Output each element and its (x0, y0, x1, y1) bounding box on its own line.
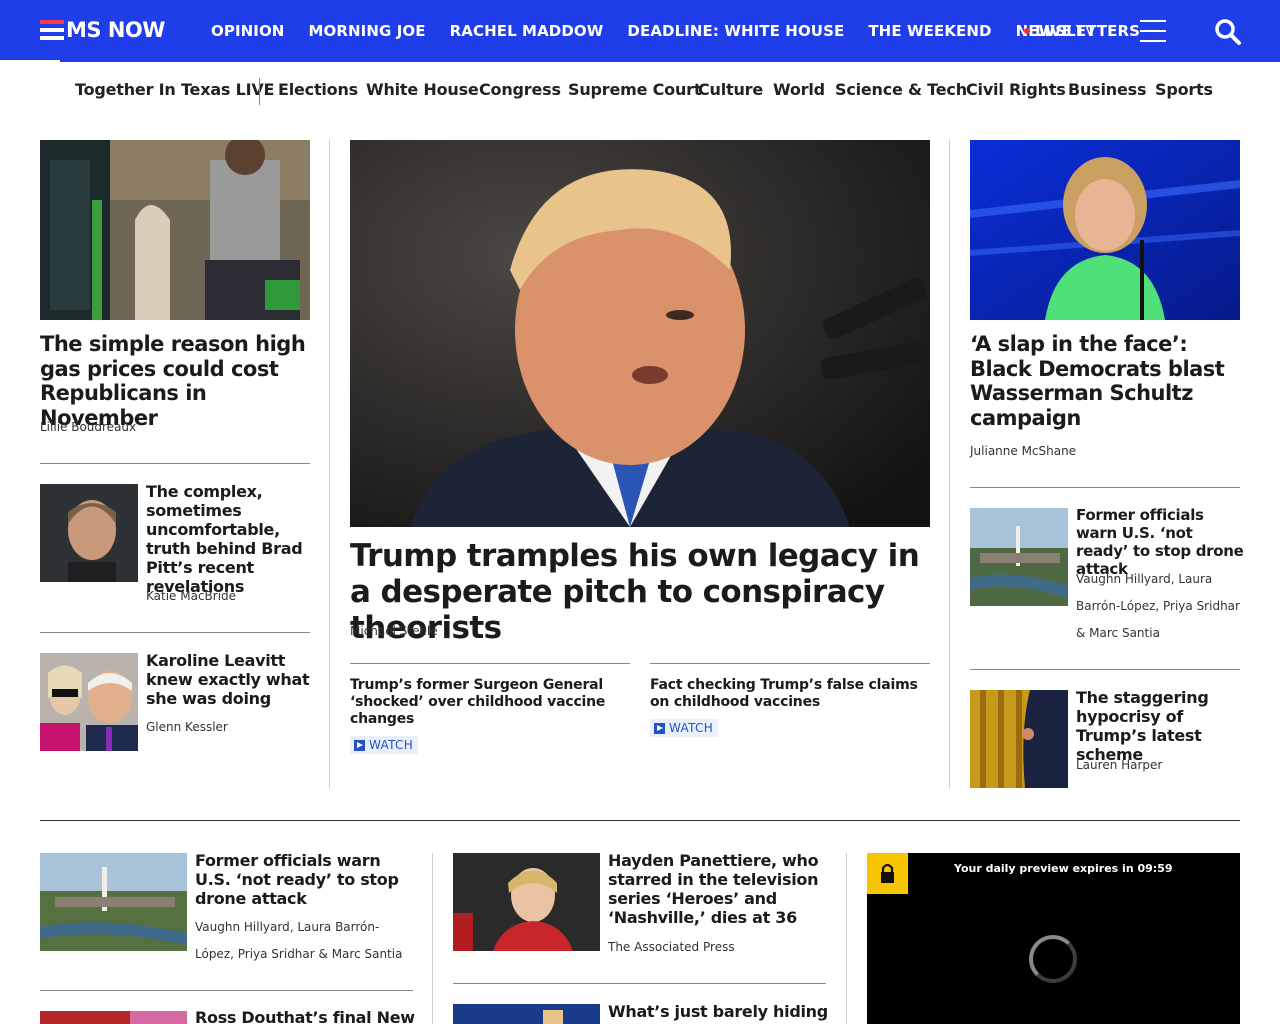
headline-brad-pitt[interactable]: The complex, sometimes uncomfortable, tr… (146, 482, 312, 596)
site-logo[interactable]: MS NOW (40, 18, 165, 42)
section-together-in-texas-live[interactable]: Together In Texas LIVE (75, 80, 274, 99)
watch-badge[interactable]: WATCH (350, 736, 419, 754)
section-culture[interactable]: Culture (698, 80, 763, 99)
byline-panettiere[interactable]: The Associated Press (608, 940, 735, 954)
byline-drone-attack-2[interactable]: Vaughn Hillyard, Laura Barrón-López, Pri… (195, 914, 415, 968)
byline-wasserman-schultz[interactable]: Julianne McShane (970, 444, 1076, 458)
column-divider (846, 853, 847, 1024)
washington-aerial-photo[interactable] (970, 508, 1068, 606)
section-nav: Together In Texas LIVE Elections White H… (0, 62, 1280, 118)
column-divider (949, 140, 950, 788)
live-tv-link[interactable]: LIVE TV (1024, 22, 1095, 40)
divider (970, 669, 1240, 670)
headline-gas-prices[interactable]: The simple reason high gas prices could … (40, 332, 314, 430)
column-divider (329, 140, 330, 788)
section-world[interactable]: World (773, 80, 825, 99)
divider (40, 990, 413, 991)
headline-trump-legacy[interactable]: Trump tramples his own legacy in a despe… (350, 538, 940, 646)
watch-label: WATCH (669, 721, 714, 735)
section-nav-divider (259, 78, 260, 105)
divider (40, 632, 310, 633)
byline-drone-attack[interactable]: Vaughn Hillyard, Laura Barrón-López, Pri… (1076, 566, 1246, 647)
play-icon (654, 722, 665, 734)
byline-trump-legacy[interactable]: Michael Steele (350, 624, 438, 638)
byline-hypocrisy[interactable]: Lauren Harper (1076, 758, 1162, 772)
headline-panettiere[interactable]: Hayden Panettiere, who starred in the te… (608, 851, 828, 927)
nav-item-deadline-white-house[interactable]: DEADLINE: WHITE HOUSE (627, 22, 844, 40)
video-player[interactable]: Your daily preview expires in 09:59 (867, 853, 1240, 1024)
headline-drone-attack-2[interactable]: Former officials warn U.S. ‘not ready’ t… (195, 851, 415, 908)
section-civil-rights[interactable]: Civil Rights (966, 80, 1066, 99)
loading-spinner-icon (1029, 935, 1077, 983)
headline-leavitt[interactable]: Karoline Leavitt knew exactly what she w… (146, 651, 312, 708)
gas-pump-photo[interactable] (40, 140, 310, 320)
watch-label: WATCH (369, 738, 414, 752)
logo-mark-icon (40, 20, 64, 40)
main-nav: OPINION MORNING JOE RACHEL MADDOW DEADLI… (211, 0, 1140, 62)
nav-item-the-weekend[interactable]: THE WEEKEND (868, 22, 991, 40)
leavitt-photo[interactable] (40, 653, 138, 751)
section-divider (40, 820, 1240, 821)
headline-barely-hiding[interactable]: What’s just barely hiding (608, 1002, 828, 1021)
headline-douthat[interactable]: Ross Douthat’s final New (195, 1008, 415, 1024)
panettiere-photo[interactable] (453, 853, 600, 951)
divider (40, 463, 310, 464)
live-dot-icon (1024, 28, 1030, 34)
nav-item-opinion[interactable]: OPINION (211, 22, 284, 40)
divider (453, 983, 826, 984)
section-sports[interactable]: Sports (1155, 80, 1213, 99)
section-supreme-court[interactable]: Supreme Court (568, 80, 701, 99)
headline-wasserman-schultz[interactable]: ‘A slap in the face’: Black Democrats bl… (970, 332, 1242, 430)
hamburger-icon[interactable] (1140, 20, 1166, 42)
byline-leavitt[interactable]: Glenn Kessler (146, 720, 228, 734)
douthat-photo[interactable] (40, 1011, 187, 1024)
play-icon (354, 739, 365, 751)
brad-pitt-photo[interactable] (40, 484, 138, 582)
nav-item-rachel-maddow[interactable]: RACHEL MADDOW (450, 22, 604, 40)
live-label: LIVE (1035, 22, 1072, 40)
headline-hypocrisy[interactable]: The staggering hypocrisy of Trump’s late… (1076, 688, 1244, 764)
lock-icon (867, 853, 908, 894)
divider (350, 663, 630, 664)
washington-aerial-photo[interactable] (40, 853, 187, 951)
live-suffix: TV (1076, 22, 1096, 40)
logo-text: MS NOW (66, 18, 165, 42)
section-elections[interactable]: Elections (278, 80, 358, 99)
trump-curtain-photo[interactable] (970, 690, 1068, 788)
section-white-house[interactable]: White House (366, 80, 479, 99)
divider (650, 663, 930, 664)
column-divider (432, 853, 433, 1024)
divider (970, 487, 1240, 488)
nav-item-morning-joe[interactable]: MORNING JOE (308, 22, 425, 40)
byline-gas-prices[interactable]: Lillie Boudreaux (40, 420, 136, 434)
search-icon[interactable] (1214, 18, 1242, 46)
headline-fact-check[interactable]: Fact checking Trump’s false claims on ch… (650, 677, 930, 711)
watch-badge[interactable]: WATCH (650, 719, 719, 737)
trump-photo-small[interactable] (453, 1004, 600, 1024)
headline-surgeon-general[interactable]: Trump’s former Surgeon General ‘shocked’… (350, 677, 630, 728)
trump-hero-photo[interactable] (350, 140, 930, 527)
preview-expiry-text: Your daily preview expires in 09:59 (954, 862, 1173, 875)
section-business[interactable]: Business (1068, 80, 1146, 99)
wasserman-schultz-photo[interactable] (970, 140, 1240, 320)
byline-brad-pitt[interactable]: Katie MacBride (146, 589, 236, 603)
section-congress[interactable]: Congress (479, 80, 561, 99)
section-science-tech[interactable]: Science & Tech (835, 80, 967, 99)
